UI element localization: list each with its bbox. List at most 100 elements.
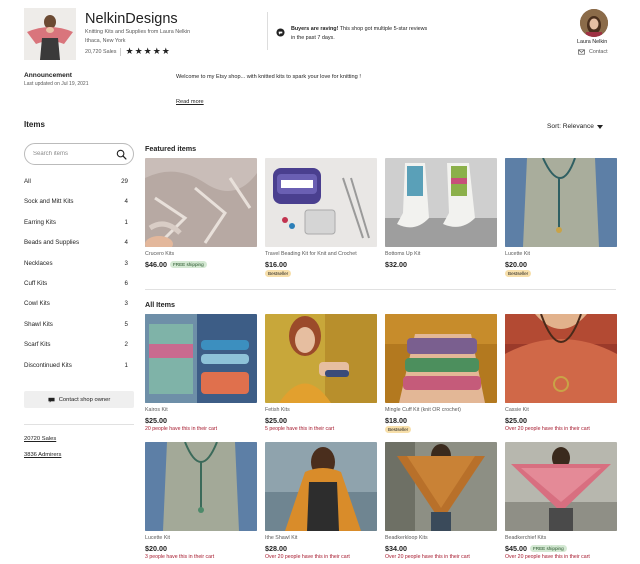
search-input[interactable] [33,148,115,160]
rating-stars[interactable]: ★ ★ ★ ★ ★ [125,47,169,56]
owner-name[interactable]: Laura Nelkin [577,39,607,45]
price-row: $25.00 [505,416,527,425]
cart-note: Over 20 people have this in their cart [505,426,590,432]
free-shipping-badge: FREE shipping [529,545,567,552]
product-image[interactable] [385,442,497,531]
product-price: $25.00 [145,416,167,425]
product-image[interactable] [145,158,257,247]
featured-items-heading: Featured items [145,144,197,153]
sales-link[interactable]: 20720 Sales [24,436,56,442]
price-row: $25.00 [145,416,167,425]
price-row: $34.00 [385,544,407,553]
section-item-discontinued-kits[interactable]: Discontinued Kits 1 [24,356,134,376]
section-count: 1 [124,361,128,369]
product-image[interactable] [505,158,617,247]
product-title[interactable]: Kairos Kit [145,407,257,413]
product-price: $32.00 [385,260,407,269]
section-item-necklaces[interactable]: Necklaces 3 [24,254,134,274]
product-title[interactable]: Beadkerchief Kits [505,535,617,541]
price-row: $28.00 [265,544,287,553]
product-title[interactable]: Lucette Kit [505,251,617,257]
section-label: Scarf Kits [24,341,51,349]
section-label: Discontinued Kits [24,361,72,369]
search-box[interactable] [24,143,134,165]
product-price: $16.00 [265,260,287,269]
contact-link[interactable]: Contact [578,49,608,55]
section-label: Cuff Kits [24,279,48,287]
sort-dropdown[interactable]: Sort: Relevance [547,123,603,130]
shop-tagline: Knitting Kits and Supplies from Laura Ne… [85,29,191,35]
search-icon[interactable] [116,149,127,160]
shop-sales-row: 20,720 Sales ★ ★ ★ ★ ★ [85,47,170,56]
header-divider [267,12,268,50]
product-title[interactable]: Fetish Kits [265,407,377,413]
price-row: $46.00 FREE shipping [145,260,207,269]
sidebar-divider [24,424,134,425]
bestseller-badge: Bestseller [265,270,292,277]
price-row: $20.00 [505,260,527,269]
product-title[interactable]: Ithe Shawl Kit [265,535,377,541]
product-price: $34.00 [385,544,407,553]
cart-note: Over 20 people have this in their cart [265,554,350,560]
section-count: 29 [121,178,128,185]
product-image[interactable] [265,442,377,531]
section-label: Sock and Mitt Kits [24,198,74,206]
product-title[interactable]: Bottoms Up Kit [385,251,497,257]
items-heading: Items [24,120,45,129]
product-image[interactable] [505,442,617,531]
announcement-title: Announcement [24,72,72,79]
contact-shop-owner-label: Contact shop owner [58,396,111,403]
bestseller-badge: Bestseller [505,270,532,277]
product-image[interactable] [265,314,377,403]
shop-name: NelkinDesigns [85,11,178,27]
product-image[interactable] [265,158,377,247]
announcement-body: Welcome to my Etsy shop... with knitted … [176,74,361,80]
section-item-scarf-kits[interactable]: Scarf Kits 2 [24,335,134,355]
admirers-link[interactable]: 3836 Admirers [24,452,61,458]
product-image[interactable] [385,314,497,403]
bestseller-badge: Bestseller [385,426,412,433]
free-shipping-badge: FREE shipping [169,261,207,268]
price-row: $45.00 FREE shipping [505,544,567,553]
product-image[interactable] [505,314,617,403]
product-title[interactable]: Beadkerkloop Kits [385,535,497,541]
product-price: $20.00 [505,260,527,269]
product-title[interactable]: Lucette Kit [145,535,257,541]
product-title[interactable]: Mingle Cuff Kit (knit OR crochet) [385,407,497,413]
product-price: $28.00 [265,544,287,553]
star-icon: ★ [143,46,152,56]
product-price: $18.00 [385,416,407,425]
contact-shop-owner-button[interactable]: Contact shop owner [24,391,134,408]
separator [120,47,122,56]
product-price: $45.00 [505,544,527,553]
section-count: 3 [124,259,128,267]
owner-avatar[interactable] [580,9,608,37]
product-price: $20.00 [145,544,167,553]
product-title[interactable]: Crucero Kits [145,251,257,257]
product-image[interactable] [145,314,257,403]
message-icon [48,397,55,403]
section-item-cuff-kits[interactable]: Cuff Kits 6 [24,274,134,294]
section-item-beads-and-supplies[interactable]: Beads and Supplies 4 [24,233,134,253]
cart-note: 5 people have this in their cart [265,426,335,432]
product-title[interactable]: Travel Beading Kit for Knit and Crochet [265,251,377,257]
section-item-sock-and-mitt-kits[interactable]: Sock and Mitt Kits 4 [24,192,134,212]
section-item-all[interactable]: All 29 [24,172,134,192]
star-icon: ★ [152,46,161,56]
price-row: $18.00 [385,416,407,425]
raving-badge-icon [276,28,285,37]
section-item-shawl-kits[interactable]: Shawl Kits 5 [24,315,134,335]
product-image[interactable] [145,442,257,531]
raving-bold: Buyers are raving! [291,26,339,32]
read-more-link[interactable]: Read more [176,99,204,105]
product-price: $25.00 [265,416,287,425]
section-count: 4 [124,239,128,247]
product-image[interactable] [385,158,497,247]
section-list: All 29 Sock and Mitt Kits 4 Earring Kits 1 … [24,172,134,376]
section-item-earring-kits[interactable]: Earring Kits 1 [24,213,134,233]
product-price: $25.00 [505,416,527,425]
main-divider [145,289,616,290]
product-title[interactable]: Cassie Kit [505,407,617,413]
cart-note: Over 20 people have this in their cart [385,554,470,560]
section-item-cowl-kits[interactable]: Cowl Kits 3 [24,294,134,314]
